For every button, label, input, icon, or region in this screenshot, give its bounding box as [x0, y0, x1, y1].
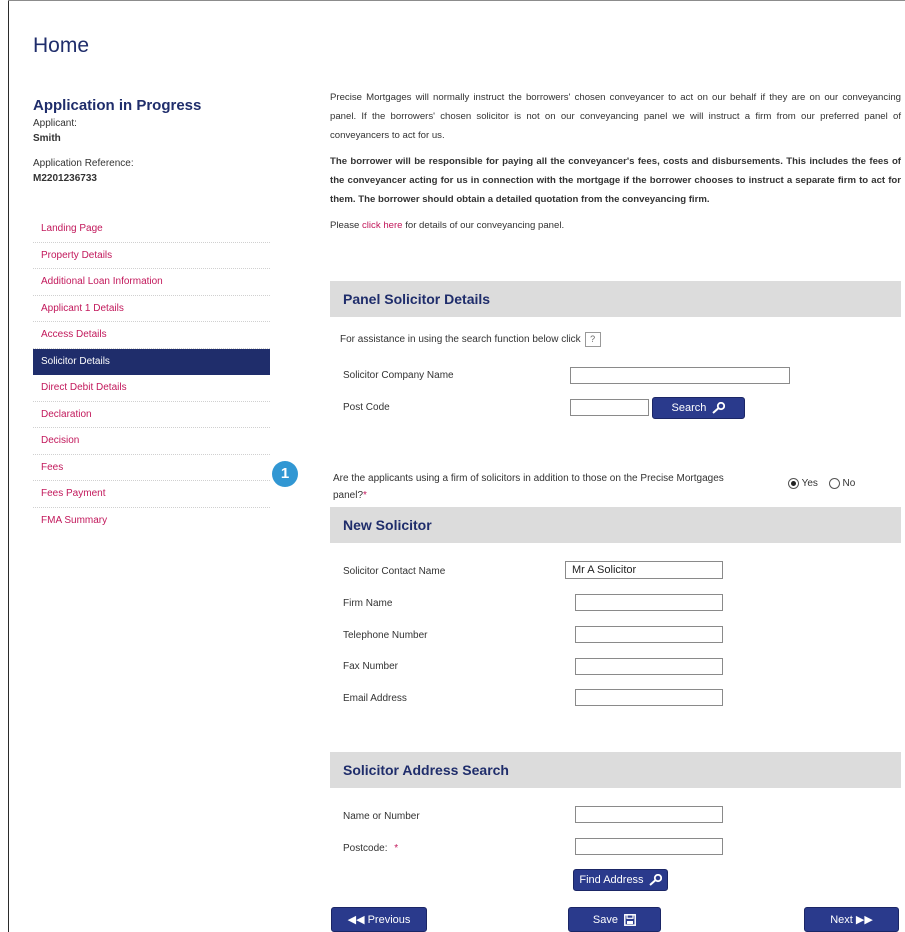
- save-label: Save: [592, 914, 618, 926]
- question-required-mark: *: [363, 490, 367, 501]
- contact-name-label: Solicitor Contact Name: [343, 566, 446, 577]
- find-address-label: Find Address: [579, 874, 644, 886]
- next-icon: ▶▶: [855, 914, 873, 926]
- top-border: [8, 0, 905, 1]
- find-address-button[interactable]: Find Address: [573, 869, 668, 891]
- firm-name-input[interactable]: [575, 594, 723, 611]
- page-title: Home: [33, 34, 90, 57]
- previous-label: Previous: [367, 914, 411, 926]
- sidebar-item-decision[interactable]: Decision: [33, 428, 270, 455]
- company-name-label: Solicitor Company Name: [343, 370, 454, 381]
- sidebar-item-property-details[interactable]: Property Details: [33, 243, 270, 269]
- sidebar-item-landing-page[interactable]: Landing Page: [33, 216, 270, 243]
- sidebar-item-additional-loan-information[interactable]: Additional Loan Information: [33, 269, 270, 296]
- intro-paragraph-2: The borrower will be responsible for pay…: [330, 156, 901, 205]
- panel-solicitor-header: Panel Solicitor Details: [330, 281, 901, 317]
- assist-text-row: For assistance in using the search funct…: [340, 332, 601, 347]
- sidebar-item-direct-debit-details[interactable]: Direct Debit Details: [33, 375, 270, 402]
- search-button[interactable]: Search: [652, 397, 745, 419]
- sidebar-item-access-details[interactable]: Access Details: [33, 322, 270, 349]
- conveyancing-panel-link[interactable]: click here: [362, 220, 403, 231]
- next-button[interactable]: Next ▶▶: [804, 907, 899, 932]
- help-icon[interactable]: ?: [584, 332, 601, 347]
- assist-text: For assistance in using the search funct…: [340, 334, 581, 346]
- radio-yes-label: Yes: [801, 478, 818, 490]
- next-label: Next: [830, 914, 853, 926]
- applicant-label: Applicant:: [33, 118, 77, 129]
- sidebar-nav: Landing Page Property Details Additional…: [33, 216, 270, 534]
- left-border: [8, 0, 9, 932]
- contact-name-input[interactable]: [565, 561, 723, 579]
- fax-input[interactable]: [575, 658, 723, 675]
- search-button-label: Search: [671, 402, 707, 414]
- previous-icon: ◀◀: [347, 914, 365, 926]
- intro-p3-before: Please: [330, 220, 362, 231]
- sidebar-info: Application in Progress Applicant: Smith…: [33, 97, 270, 184]
- address-postcode-label: Postcode:: [343, 843, 388, 854]
- question-label: Are the applicants using a firm of solic…: [333, 473, 724, 501]
- sidebar-heading: Application in Progress: [33, 97, 202, 114]
- postcode-input[interactable]: [570, 399, 649, 416]
- intro-paragraph-1: Precise Mortgages will normally instruct…: [330, 92, 901, 141]
- reference-label: Application Reference:: [33, 158, 134, 169]
- email-label: Email Address: [343, 693, 407, 704]
- company-name-input[interactable]: [570, 367, 790, 384]
- radio-no-label: No: [842, 478, 856, 490]
- search-key-icon: [712, 401, 726, 414]
- intro-text: Precise Mortgages will normally instruct…: [330, 88, 901, 242]
- sidebar-item-fees[interactable]: Fees: [33, 455, 270, 481]
- applicant-value: Smith: [33, 133, 61, 144]
- postcode-label: Post Code: [343, 402, 390, 413]
- firm-name-label: Firm Name: [343, 598, 393, 609]
- intro-p3-after: for details of our conveyancing panel.: [402, 220, 565, 231]
- address-postcode-required: *: [394, 843, 399, 854]
- question-text: Are the applicants using a firm of solic…: [333, 470, 753, 504]
- name-number-label: Name or Number: [343, 811, 420, 822]
- new-solicitor-header: New Solicitor: [330, 507, 901, 543]
- sidebar-item-applicant-1-details[interactable]: Applicant 1 Details: [33, 296, 270, 322]
- reference-value: M2201236733: [33, 173, 97, 184]
- address-search-header: Solicitor Address Search: [330, 752, 901, 788]
- yes-no-radio-group: Yes No: [788, 478, 855, 489]
- intro-paragraph-3: Please click here for details of our con…: [330, 216, 901, 235]
- search-key-icon: [648, 873, 662, 886]
- address-postcode-label-row: Postcode: *: [343, 843, 398, 854]
- save-button[interactable]: Save: [568, 907, 661, 932]
- email-input[interactable]: [575, 689, 723, 706]
- radio-no[interactable]: [828, 478, 840, 489]
- telephone-input[interactable]: [575, 626, 723, 643]
- step-badge: 1: [272, 461, 298, 487]
- name-number-input[interactable]: [575, 806, 723, 823]
- sidebar-item-declaration[interactable]: Declaration: [33, 402, 270, 428]
- sidebar-item-fma-summary[interactable]: FMA Summary: [33, 508, 270, 535]
- sidebar-item-fees-payment[interactable]: Fees Payment: [33, 481, 270, 508]
- address-postcode-input[interactable]: [575, 838, 723, 855]
- floppy-disk-icon: [624, 914, 637, 927]
- previous-button[interactable]: ◀◀ Previous: [331, 907, 427, 932]
- fax-label: Fax Number: [343, 661, 399, 672]
- sidebar-item-solicitor-details[interactable]: Solicitor Details: [33, 348, 270, 375]
- radio-yes[interactable]: [788, 478, 799, 489]
- telephone-label: Telephone Number: [343, 630, 428, 641]
